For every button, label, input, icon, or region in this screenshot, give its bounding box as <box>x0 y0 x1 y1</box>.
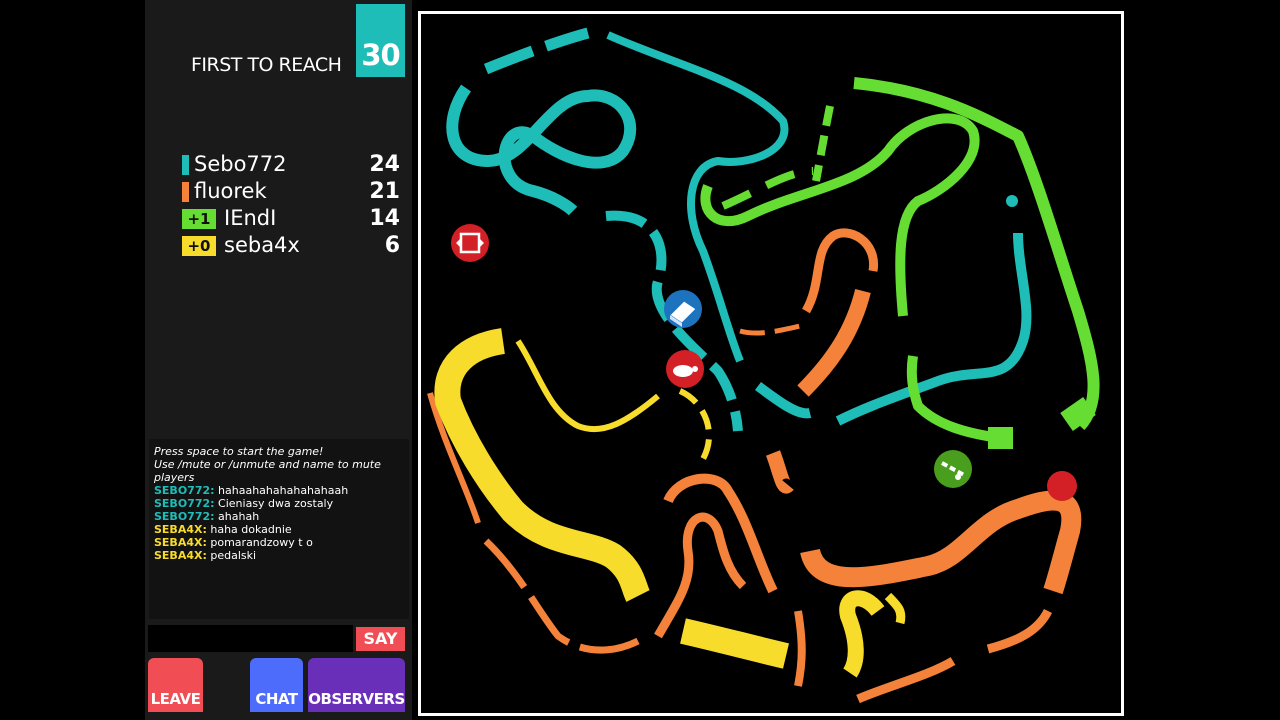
player-score: 24 <box>369 152 400 177</box>
player-name: IEndI <box>224 206 277 230</box>
leave-button[interactable]: LEAVE <box>148 658 203 712</box>
chat-message: SEBA4X: pomarandzowy t o <box>154 536 404 549</box>
scoreboard-row-1: Sebo772 24 <box>182 152 402 178</box>
green-trail-end <box>988 427 1013 449</box>
chat-username: SEBA4X: <box>154 549 207 562</box>
scoreboard-row-3: +1 IEndI 14 <box>182 206 402 232</box>
chat-message: SEBA4X: pedalski <box>154 549 404 562</box>
chat-username: SEBO772: <box>154 510 215 523</box>
chat-message: SEBA4X: haha dokadnie <box>154 523 404 536</box>
scoreboard-row-4: +0 seba4x 6 <box>182 233 402 259</box>
arena-border <box>418 11 1124 716</box>
chat-text: pedalski <box>210 549 257 562</box>
chat-username: SEBA4X: <box>154 523 207 536</box>
chat-text: haha dokadnie <box>210 523 292 536</box>
chat-text: pomarandzowy t o <box>210 536 313 549</box>
orange-trail <box>794 610 806 687</box>
round-points-badge: +0 <box>182 236 216 256</box>
goal-label: FIRST TO REACH <box>191 54 342 76</box>
chat-log: Press space to start the game! Use /mute… <box>149 439 409 619</box>
player-color-mark <box>182 155 189 175</box>
chat-message: SEBO772: Cieniasy dwa zostaly <box>154 497 404 510</box>
player-name: Sebo772 <box>194 152 287 176</box>
teal-head <box>1006 195 1018 207</box>
chat-text: Cieniasy dwa zostaly <box>218 497 334 510</box>
chat-username: SEBO772: <box>154 484 215 497</box>
chat-input[interactable] <box>148 625 353 652</box>
chat-text: ahahah <box>218 510 260 523</box>
chat-system-line: Press space to start the game! <box>154 445 324 458</box>
player-score: 21 <box>369 179 400 204</box>
game-arena <box>418 11 1124 716</box>
chat-username: SEBA4X: <box>154 536 207 549</box>
reverse-controls-icon <box>451 224 489 262</box>
chat-username: SEBO772: <box>154 497 215 510</box>
say-button[interactable]: SAY <box>356 627 405 651</box>
observers-button[interactable]: OBSERVERS <box>308 658 405 712</box>
eraser-icon <box>664 290 702 328</box>
self-fast-icon <box>934 450 972 488</box>
goal-value: 30 <box>361 38 400 72</box>
chat-text: hahaahahahahahahaah <box>218 484 349 497</box>
player-color-mark <box>182 182 189 202</box>
player-name: seba4x <box>224 233 300 257</box>
red-head <box>1047 471 1077 501</box>
chat-button[interactable]: CHAT <box>250 658 303 712</box>
round-points-badge: +1 <box>182 209 216 229</box>
chat-message: SEBO772: hahaahahahahahahaah <box>154 484 404 497</box>
player-score: 14 <box>369 206 400 231</box>
chat-system-line: Use /mute or /unmute and name to mute pl… <box>154 458 381 484</box>
slow-turtle-icon <box>666 350 704 388</box>
player-score: 6 <box>384 233 400 258</box>
player-name: fluorek <box>194 179 267 203</box>
chat-message: SEBO772: ahahah <box>154 510 404 523</box>
scoreboard-row-2: fluorek 21 <box>182 179 402 205</box>
